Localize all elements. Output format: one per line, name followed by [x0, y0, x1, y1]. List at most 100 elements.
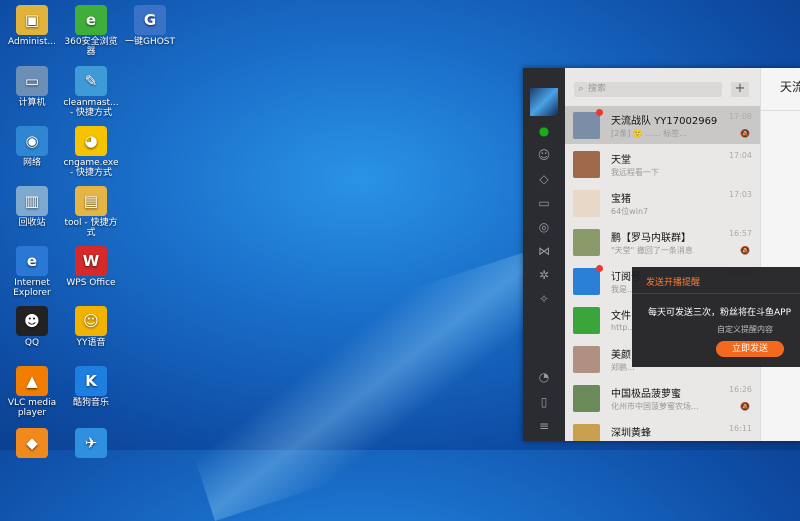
app-orange-icon: ◆ — [16, 428, 48, 458]
unread-dot — [596, 109, 603, 116]
yy-icon: ☺ — [75, 306, 107, 336]
search-icon: ⌕ — [578, 84, 584, 94]
vlc-cone-icon: ▲ — [16, 366, 48, 396]
desktop-icon-label: Administ... — [8, 37, 56, 47]
desktop-icon-label: cngame.exe - 快捷方式 — [63, 158, 119, 178]
chat-preview: 我远程看一下 — [611, 168, 659, 177]
avatar — [573, 151, 600, 178]
desktop-icon[interactable]: ◆ — [3, 428, 61, 460]
popup-title: 发送开播提醒 — [646, 278, 701, 288]
recycle-bin-icon: ▥ — [16, 186, 48, 216]
avatar — [573, 268, 600, 295]
add-button[interactable]: + — [731, 82, 749, 97]
desktop-icon[interactable]: ▲ VLC media player — [3, 366, 61, 418]
gear-icon[interactable]: ✲ — [536, 268, 552, 282]
phone-icon[interactable]: ▯ — [536, 395, 552, 409]
avatar — [573, 112, 600, 139]
chat-name: 鹏【罗马内联群】 — [611, 233, 691, 244]
desktop-icon[interactable]: ☻ QQ — [3, 306, 61, 348]
computer-icon: ▭ — [16, 66, 48, 96]
menu-icon[interactable]: ≡ — [536, 419, 552, 433]
settings-circle-icon[interactable]: ◎ — [536, 220, 552, 234]
desktop-icon-label: 一键GHOST — [124, 37, 176, 47]
chat-name: 天堂 — [611, 155, 631, 166]
chat-time: 16:26 — [728, 385, 752, 394]
wechat-window: ● ☺ ◇ ▭ ◎ ⋈ ✲ ✧ ◔ ▯ ≡ ⌕ 搜索 + 天流战队 YY17002… — [523, 68, 800, 441]
avatar — [573, 346, 600, 373]
desktop-icon-label: 360安全浏览器 — [64, 37, 118, 57]
avatar — [573, 307, 600, 334]
chat-list-item[interactable]: 宝猪 64位win7 17:03 — [565, 184, 760, 222]
avatar — [573, 424, 600, 441]
chat-list: ⌕ 搜索 + 天流战队 YY17002969 [2条] 🙂 ...... 标签...… — [565, 68, 760, 441]
chat-name: 中国极品菠萝蜜 — [611, 389, 681, 400]
chat-time: 16:57 — [728, 229, 752, 238]
popup-divider — [632, 293, 800, 294]
chat-preview: 宋点观战3号房 - 新问码 — [611, 440, 696, 441]
desktop-icon[interactable]: ▤ tool - 快捷方式 — [62, 186, 120, 238]
desktop-icon[interactable]: e 360安全浏览器 — [62, 5, 120, 57]
desktop-icon-label: tool - 快捷方式 — [64, 218, 118, 238]
star-icon[interactable]: ✧ — [536, 292, 552, 306]
avatar — [573, 229, 600, 256]
desktop-icon-label: QQ — [24, 338, 40, 348]
butterfly-icon[interactable]: ⋈ — [536, 244, 552, 258]
pacman-icon: ◕ — [75, 126, 107, 156]
folder-icon[interactable]: ▭ — [536, 196, 552, 210]
chat-name: 天流战队 YY17002969 — [611, 116, 718, 127]
timer-icon[interactable]: ◔ — [536, 370, 552, 384]
chat-preview: [2条] 🙂 ...... 标签... — [611, 129, 687, 138]
bird-icon: ✈ — [75, 428, 107, 458]
unread-dot — [596, 265, 603, 272]
ghost-icon: G — [134, 5, 166, 35]
desktop-icon[interactable]: ▭ 计算机 — [3, 66, 61, 108]
avatar — [573, 190, 600, 217]
kugou-icon: K — [75, 366, 107, 396]
chat-icon[interactable]: ● — [536, 124, 552, 138]
desktop-icon[interactable]: ▣ Administ... — [3, 5, 61, 47]
my-avatar[interactable] — [530, 88, 558, 116]
desktop-icon-label: VLC media player — [7, 398, 57, 418]
qq-penguin-icon: ☻ — [16, 306, 48, 336]
desktop-icon-label: 回收站 — [18, 218, 46, 228]
chat-list-item[interactable]: 天流战队 YY17002969 [2条] 🙂 ...... 标签... 17:08 🔕 — [565, 106, 760, 144]
desktop-icon[interactable]: ✈ — [62, 428, 120, 460]
desktop-icon[interactable]: W WPS Office — [62, 246, 120, 288]
network-icon: ◉ — [16, 126, 48, 156]
folder-icon: ▤ — [75, 186, 107, 216]
chat-pane: 天流 — [760, 68, 800, 441]
chat-list-item[interactable]: 中国极品菠萝蜜化州市中国菠萝蜜农场... 16:26 🔕 — [565, 379, 760, 417]
chat-list-item[interactable]: 鹏【罗马内联群】 "天堂" 撤回了一条消息 16:57 🔕 — [565, 223, 760, 261]
desktop-icon[interactable]: ◕ cngame.exe - 快捷方式 — [62, 126, 120, 178]
header-divider — [761, 110, 800, 111]
desktop-icon[interactable]: G 一键GHOST — [121, 5, 179, 47]
desktop-icon-label: cleanmast... - 快捷方式 — [63, 98, 119, 118]
desktop-icon-label: 计算机 — [18, 98, 46, 108]
chat-name: 宝猪 — [611, 194, 631, 205]
mute-bell-icon: 🔕 — [740, 402, 750, 411]
search-input[interactable]: ⌕ 搜索 — [574, 82, 722, 97]
chat-list-item[interactable]: 天堂我远程看一下 17:04 — [565, 145, 760, 183]
contacts-icon[interactable]: ☺ — [536, 148, 552, 162]
desktop-icon-label: 酷狗音乐 — [72, 398, 109, 408]
avatar — [573, 385, 600, 412]
desktop-icon[interactable]: e Internet Explorer — [3, 246, 61, 298]
desktop-icon[interactable]: K 酷狗音乐 — [62, 366, 120, 408]
desktop-icon[interactable]: ☺ YY语音 — [62, 306, 120, 348]
chat-preview: 化州市中国菠萝蜜农场... — [611, 402, 699, 411]
chat-list-item[interactable]: 深圳黄蜂宋点观战3号房 - 新问码16:11🔕 — [565, 418, 760, 441]
chat-time: 17:04 — [728, 151, 752, 160]
desktop-icon[interactable]: ✎ cleanmast... - 快捷方式 — [62, 66, 120, 118]
send-now-button[interactable]: 立即发送 — [716, 341, 784, 357]
popup-message: 每天可发送三次，粉丝将在斗鱼APP — [648, 308, 792, 318]
user-folder-icon: ▣ — [16, 5, 48, 35]
browser-360-icon: e — [75, 5, 107, 35]
desktop-icon[interactable]: ◉ 网络 — [3, 126, 61, 168]
chat-time: 17:03 — [728, 190, 752, 199]
cube-icon[interactable]: ◇ — [536, 172, 552, 186]
chat-time: 17:08 — [728, 112, 752, 121]
customize-reminder-link[interactable]: 自定义提醒内容 — [717, 324, 773, 335]
chat-preview: 64位win7 — [611, 207, 649, 216]
mute-bell-icon: 🔕 — [740, 246, 750, 255]
desktop-icon[interactable]: ▥ 回收站 — [3, 186, 61, 228]
